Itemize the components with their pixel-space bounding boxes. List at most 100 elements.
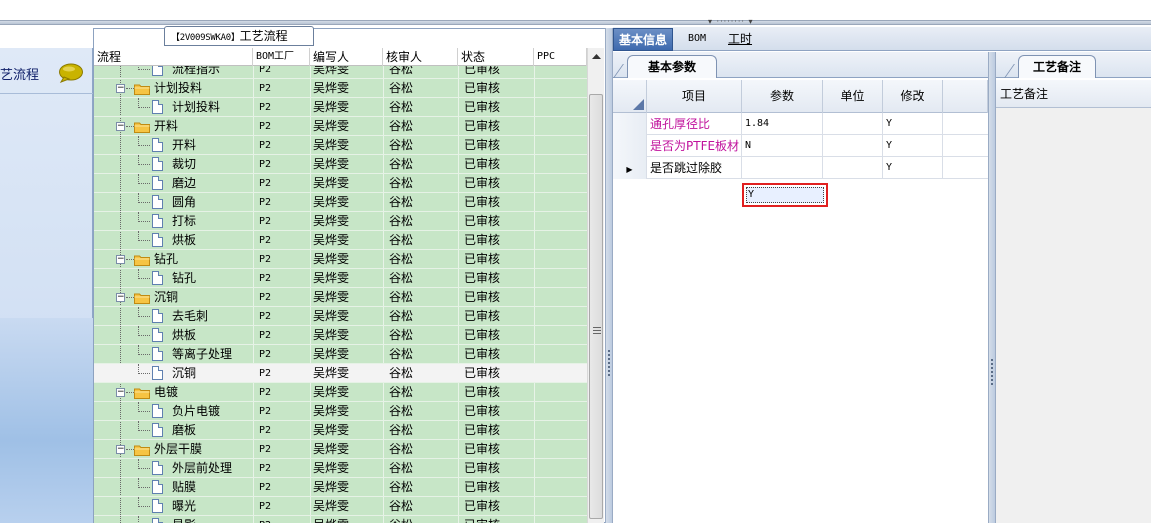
tree-step-row[interactable]: 钻孔 P2 吴烨雯 谷松 已审核 xyxy=(94,269,587,288)
tree-step-row[interactable]: 计划投料 P2 吴烨雯 谷松 已审核 xyxy=(94,98,587,117)
tree-node-label: 外层干膜 xyxy=(154,442,203,456)
tree-step-row[interactable]: 烘板 P2 吴烨雯 谷松 已审核 xyxy=(94,231,587,250)
cell-status: 已审核 xyxy=(464,404,501,418)
tree-step-row[interactable]: 磨板 P2 吴烨雯 谷松 已审核 xyxy=(94,421,587,440)
tree-step-row[interactable]: 烘板 P2 吴烨雯 谷松 已审核 xyxy=(94,326,587,345)
remark-text-area[interactable] xyxy=(996,108,1151,523)
column-header-flow[interactable]: 流程 xyxy=(94,48,253,66)
vertical-splitter[interactable] xyxy=(605,28,613,523)
tree-connector xyxy=(138,468,150,469)
column-header-bom[interactable]: BOM工厂 xyxy=(253,48,310,66)
nav-item-process-flow[interactable]: 艺流程 xyxy=(0,57,93,91)
column-header-status[interactable]: 状态 xyxy=(458,48,534,66)
param-modify-cell[interactable]: Y xyxy=(883,113,943,135)
current-row-indicator-icon[interactable]: ▶ xyxy=(613,157,647,179)
tree-step-row[interactable]: 显影 P2 吴烨雯 谷松 已审核 xyxy=(94,516,587,523)
collapse-toggle-icon[interactable]: − xyxy=(116,255,125,264)
cell-bom: P2 xyxy=(259,66,272,75)
param-item-cell[interactable]: 通孔厚径比 xyxy=(647,113,742,135)
tree-step-row[interactable]: 圆角 P2 吴烨雯 谷松 已审核 xyxy=(94,193,587,212)
param-value-cell[interactable]: N xyxy=(742,135,823,157)
cell-reviewer: 谷松 xyxy=(389,119,414,133)
tree-connector xyxy=(138,107,150,108)
param-unit-cell[interactable] xyxy=(823,113,883,135)
tree-node-label: 流程指示 xyxy=(172,66,221,76)
cell-status: 已审核 xyxy=(464,461,501,475)
tab-basic-params[interactable]: 基本参数 xyxy=(627,55,717,78)
tree-step-row[interactable]: 磨边 P2 吴烨雯 谷松 已审核 xyxy=(94,174,587,193)
tree-step-row[interactable]: 曝光 P2 吴烨雯 谷松 已审核 xyxy=(94,497,587,516)
tree-node-label: 裁切 xyxy=(172,157,197,171)
cell-writer: 吴烨雯 xyxy=(313,176,350,190)
tree-step-row[interactable]: 外层前处理 P2 吴烨雯 谷松 已审核 xyxy=(94,459,587,478)
column-header-ppc[interactable]: PPC xyxy=(534,48,587,66)
collapse-toggle-icon[interactable]: − xyxy=(116,388,125,397)
scroll-thumb[interactable] xyxy=(589,94,603,519)
tree-step-row[interactable]: 裁切 P2 吴烨雯 谷松 已审核 xyxy=(94,155,587,174)
document-icon xyxy=(152,423,163,437)
column-header-item[interactable]: 项目 xyxy=(647,80,742,113)
tree-node-label: 烘板 xyxy=(172,233,197,247)
cell-reviewer: 谷松 xyxy=(389,385,414,399)
tree-group-row[interactable]: − 开料 P2 吴烨雯 谷松 已审核 xyxy=(94,117,587,136)
param-item-cell[interactable]: 是否跳过除胶 xyxy=(647,157,742,179)
param-value-cell[interactable] xyxy=(742,157,823,179)
collapse-toggle-icon[interactable]: − xyxy=(116,84,125,93)
tree-group-row[interactable]: − 沉铜 P2 吴烨雯 谷松 已审核 xyxy=(94,288,587,307)
tab-process-remark[interactable]: 工艺备注 xyxy=(1018,55,1096,78)
tab-work-hours[interactable]: 工时 xyxy=(723,28,757,51)
tree-step-row[interactable]: 开料 P2 吴烨雯 谷松 已审核 xyxy=(94,136,587,155)
tree-scrollbar[interactable] xyxy=(587,48,604,523)
param-item-cell[interactable]: 是否为PTFE板材 xyxy=(647,135,742,157)
cell-writer: 吴烨雯 xyxy=(313,385,350,399)
column-header-param[interactable]: 参数 xyxy=(742,80,823,113)
tab-basic-info[interactable]: 基本信息 xyxy=(613,28,674,51)
tree-step-row[interactable]: 负片电镀 P2 吴烨雯 谷松 已审核 xyxy=(94,402,587,421)
param-edit-cell[interactable]: Y xyxy=(742,183,828,207)
document-icon xyxy=(152,480,163,494)
param-row[interactable]: 是否为PTFE板材 N Y xyxy=(613,135,988,157)
tree-group-row[interactable]: − 电镀 P2 吴烨雯 谷松 已审核 xyxy=(94,383,587,402)
tree-step-row[interactable]: 打标 P2 吴烨雯 谷松 已审核 xyxy=(94,212,587,231)
param-value-cell[interactable]: 1.84 xyxy=(742,113,823,135)
cell-reviewer: 谷松 xyxy=(389,138,414,152)
cell-bom: P2 xyxy=(259,121,272,132)
param-modify-cell[interactable]: Y xyxy=(883,135,943,157)
collapse-toggle-icon[interactable]: − xyxy=(116,122,125,131)
row-header[interactable] xyxy=(613,113,647,135)
tree-node-label: 钻孔 xyxy=(154,252,179,266)
param-edit-input[interactable]: Y xyxy=(746,187,824,203)
collapse-toggle-icon[interactable]: − xyxy=(116,445,125,454)
horizontal-splitter[interactable]: ▾ ········ ▾ xyxy=(0,18,1151,26)
cell-bom: P2 xyxy=(259,102,272,113)
vertical-splitter-right[interactable] xyxy=(988,52,996,523)
tree-group-row[interactable]: − 计划投料 P2 吴烨雯 谷松 已审核 xyxy=(94,79,587,98)
tree-group-row[interactable]: − 外层干膜 P2 吴烨雯 谷松 已审核 xyxy=(94,440,587,459)
cell-writer: 吴烨雯 xyxy=(313,157,350,171)
scroll-up-arrow-icon[interactable] xyxy=(588,48,605,65)
param-modify-cell[interactable]: Y xyxy=(883,157,943,179)
cell-bom: P2 xyxy=(259,482,272,493)
param-unit-cell[interactable] xyxy=(823,135,883,157)
cell-status: 已审核 xyxy=(464,119,501,133)
row-header[interactable] xyxy=(613,135,647,157)
tree-step-row[interactable]: 流程指示 P2 吴烨雯 谷松 已审核 xyxy=(94,66,587,79)
param-row[interactable]: ▶ 是否跳过除胶 Y xyxy=(613,157,988,179)
param-unit-cell[interactable] xyxy=(823,157,883,179)
cell-status: 已审核 xyxy=(464,66,501,76)
collapse-toggle-icon[interactable]: − xyxy=(116,293,125,302)
tree-step-row[interactable]: 等离子处理 P2 吴烨雯 谷松 已审核 xyxy=(94,345,587,364)
tab-bom[interactable]: BOM xyxy=(683,28,711,51)
param-row[interactable]: 通孔厚径比 1.84 Y xyxy=(613,113,988,135)
tree-step-row[interactable]: 沉铜 P2 吴烨雯 谷松 已审核 xyxy=(94,364,587,383)
column-header-unit[interactable]: 单位 xyxy=(823,80,883,113)
tree-title-text: 工艺流程 xyxy=(239,29,288,43)
column-header-modify[interactable]: 修改 xyxy=(883,80,943,113)
tree-step-row[interactable]: 去毛刺 P2 吴烨雯 谷松 已审核 xyxy=(94,307,587,326)
cell-bom: P2 xyxy=(259,273,272,284)
cell-status: 已审核 xyxy=(464,499,501,513)
tree-step-row[interactable]: 贴膜 P2 吴烨雯 谷松 已审核 xyxy=(94,478,587,497)
column-header-reviewer[interactable]: 核审人 xyxy=(383,48,458,66)
tree-group-row[interactable]: − 钻孔 P2 吴烨雯 谷松 已审核 xyxy=(94,250,587,269)
column-header-writer[interactable]: 编写人 xyxy=(310,48,383,66)
